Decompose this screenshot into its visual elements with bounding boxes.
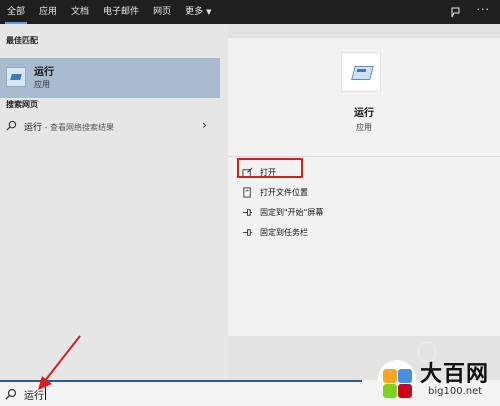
tab-documents[interactable]: 文档: [64, 0, 96, 24]
tab-apps[interactable]: 应用: [32, 0, 64, 24]
tab-more-label: 更多: [185, 7, 204, 17]
search-icon: [5, 388, 17, 400]
action-list: 打开 打开文件位置 固定到"开始"屏幕 固定到任务栏: [228, 156, 500, 336]
chevron-right-icon: ›: [202, 118, 207, 132]
results-pane: 最佳匹配 运行 应用 搜索网页 运行 - 查看网络搜索结果 ›: [0, 24, 228, 380]
tab-more[interactable]: 更多 ▼: [178, 0, 218, 24]
action-pin-to-taskbar-label: 固定到任务栏: [260, 227, 308, 237]
web-search-row[interactable]: 运行 - 查看网络搜索结果 ›: [0, 116, 220, 136]
detail-app-name: 运行: [354, 108, 374, 119]
tab-email[interactable]: 电子邮件: [96, 0, 146, 24]
logo-domain: big100.net: [428, 386, 483, 397]
search-icon: [6, 120, 17, 131]
chevron-down-icon: ▼: [206, 8, 212, 16]
tab-all[interactable]: 全部: [0, 0, 32, 24]
logo-mark: [378, 360, 416, 398]
search-query-text[interactable]: 运行: [24, 387, 44, 402]
web-search-heading: 搜索网页: [6, 100, 38, 109]
search-scope-bar: 全部 应用 文档 电子邮件 网页 更多 ▼ ···: [0, 0, 500, 24]
best-match-type: 应用: [34, 80, 50, 89]
web-search-hint: - 查看网络搜索结果: [42, 123, 114, 132]
web-search-query: 运行: [24, 123, 43, 133]
tab-web[interactable]: 网页: [146, 0, 178, 24]
action-pin-to-start-label: 固定到"开始"屏幕: [260, 207, 324, 217]
feedback-icon[interactable]: [450, 6, 462, 18]
file-location-icon: [243, 186, 251, 198]
logo-brand: 大百网: [420, 362, 490, 387]
site-watermark-logo: 大百网 big100.net: [378, 356, 496, 404]
action-open-file-location[interactable]: 打开文件位置: [242, 183, 308, 201]
pin-taskbar-icon: [242, 228, 253, 236]
text-cursor: [45, 387, 46, 400]
detail-pane: 运行 应用 打开 打开文件位置 固定到"开始"屏幕 固定到任务栏: [228, 24, 500, 380]
open-highlight-box: [237, 158, 303, 178]
action-pin-to-start[interactable]: 固定到"开始"屏幕: [242, 203, 323, 221]
run-app-large-icon: [341, 52, 381, 92]
run-app-icon: [6, 67, 26, 87]
more-options-icon[interactable]: ···: [477, 3, 491, 16]
search-focus-line: [0, 380, 362, 382]
best-match-item[interactable]: 运行 应用: [0, 58, 220, 98]
pin-icon: [242, 208, 253, 216]
detail-app-type: 应用: [356, 123, 372, 132]
best-match-heading: 最佳匹配: [6, 36, 38, 45]
best-match-name: 运行: [34, 67, 54, 78]
action-open-file-location-label: 打开文件位置: [260, 187, 308, 197]
app-detail-card: 运行 应用: [228, 38, 500, 168]
action-pin-to-taskbar[interactable]: 固定到任务栏: [242, 223, 308, 241]
